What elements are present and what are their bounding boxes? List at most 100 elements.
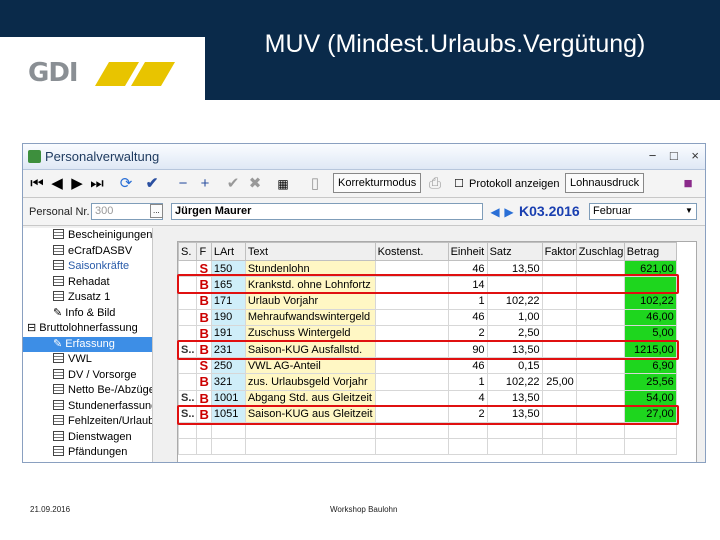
- tree-item[interactable]: DV / Vorsorge: [23, 368, 152, 384]
- cell-s: [177, 308, 198, 326]
- document-icon[interactable]: ▯: [307, 174, 323, 194]
- tree-item[interactable]: Saisonkräfte: [23, 259, 152, 275]
- plus-icon[interactable]: +: [197, 174, 213, 194]
- next-record-icon[interactable]: ▶: [69, 174, 85, 194]
- form-icon: [53, 446, 64, 456]
- table-row[interactable]: B 190 Mehraufwandswintergeld 46 1,00 46,00: [177, 308, 677, 326]
- table-row[interactable]: S.. B 1001 Abgang Std. aus Gleitzeit 4 13,50 5…: [177, 389, 677, 407]
- table-row[interactable]: B 321 zus. Urlaubsgeld Vorjahr 1 102,22 25,00…: [177, 373, 677, 391]
- cell-s: S..: [177, 389, 198, 407]
- refresh-icon[interactable]: ⟳: [117, 174, 135, 194]
- tree-item-label: Bruttolohnerfassung: [39, 322, 138, 334]
- tree-item[interactable]: eCrafDASBV: [23, 244, 152, 260]
- form-icon: [53, 353, 64, 363]
- minimize-button[interactable]: −: [649, 148, 657, 163]
- tree-item-label: Pfändungen: [68, 446, 128, 458]
- table-row[interactable]: S 250 VWL AG-Anteil 46 0,15 6,90: [177, 357, 677, 375]
- next-period-icon[interactable]: ▶: [503, 202, 515, 222]
- table-row[interactable]: B 191 Zuschuss Wintergeld 2 2,50 5,00: [177, 324, 677, 342]
- column-header[interactable]: Kostenst.: [374, 242, 449, 261]
- tree-item[interactable]: ✎ Info & Bild: [23, 306, 152, 322]
- column-header[interactable]: Zuschlag: [575, 242, 625, 261]
- chevron-down-icon[interactable]: ▼: [683, 204, 695, 218]
- protokoll-label: Protokoll anzeigen: [469, 178, 560, 190]
- form-icon: [53, 291, 64, 301]
- minus-icon[interactable]: −: [175, 174, 191, 194]
- tree-item-label: Rehadat: [68, 275, 110, 288]
- cell-f: S: [196, 357, 212, 375]
- cell-s: [177, 438, 198, 456]
- tree-item[interactable]: ⊟ Bruttolohnerfassung: [23, 321, 152, 337]
- cell-einheit: 46: [447, 308, 488, 326]
- prev-period-icon[interactable]: ◀: [489, 202, 501, 222]
- lohnausdruck-button[interactable]: Lohnausdruck: [565, 173, 645, 193]
- cell-lart: [210, 438, 246, 456]
- month-select[interactable]: Februar: [589, 203, 697, 220]
- tree-item-label: DV / Vorsorge: [68, 368, 137, 381]
- confirm-icon[interactable]: ✔: [225, 174, 241, 194]
- close-button[interactable]: ×: [691, 148, 699, 163]
- form-icon: [53, 415, 64, 425]
- tree-item[interactable]: Dienstwagen: [23, 430, 152, 446]
- table-row[interactable]: [177, 438, 677, 456]
- cell-faktor: [541, 324, 577, 342]
- cell-faktor: [541, 389, 577, 407]
- tree-item[interactable]: Bescheinigungen: [23, 228, 152, 244]
- column-header[interactable]: Faktor: [541, 242, 577, 261]
- restore-button[interactable]: □: [670, 148, 678, 163]
- print-icon[interactable]: ⎙: [427, 174, 443, 194]
- column-header[interactable]: Einheit: [447, 242, 488, 261]
- tree-item[interactable]: Fehlzeiten/Urlaub: [23, 414, 152, 430]
- tree-item[interactable]: ✎ Erfassung: [23, 336, 152, 352]
- protokoll-checkbox[interactable]: ☐: [453, 174, 465, 194]
- logo-stripes-icon: [95, 62, 175, 86]
- first-record-icon[interactable]: ⏮: [29, 174, 45, 194]
- cell-betrag: 5,00: [623, 324, 677, 342]
- cell-f: B: [196, 292, 212, 310]
- highlight-frame-krankstd: [177, 274, 679, 294]
- last-record-icon[interactable]: ⏭: [89, 174, 105, 194]
- tree-item[interactable]: Zusatz 1: [23, 290, 152, 306]
- column-header[interactable]: Text: [244, 242, 376, 261]
- cell-s: [177, 324, 198, 342]
- cancel-icon[interactable]: ✖: [247, 174, 263, 194]
- highlight-frame-saison-kug-gleitzeit: [177, 405, 679, 425]
- employee-name-field: Jürgen Maurer: [171, 203, 483, 220]
- tree-item-label: Netto Be-/Abzüge: [68, 384, 153, 396]
- prev-record-icon[interactable]: ◀: [49, 174, 65, 194]
- cell-zuschlag: [575, 357, 625, 375]
- cell-betrag: 46,00: [623, 308, 677, 326]
- cell-betrag: 102,22: [623, 292, 677, 310]
- cell-kost: [374, 308, 449, 326]
- tree-item-label: Saisonkräfte: [68, 260, 130, 272]
- cell-zuschlag: [575, 389, 625, 407]
- cell-f: B: [196, 308, 212, 326]
- personalverwaltung-window: Personalverwaltung − □ × ⏮ ◀ ▶ ⏭ ⟳ ✔ − +…: [22, 143, 706, 463]
- check-icon[interactable]: ✔: [143, 174, 161, 194]
- korrekturmodus-button[interactable]: Korrekturmodus: [333, 173, 422, 193]
- column-header[interactable]: S.: [177, 242, 198, 261]
- grid-icon[interactable]: ▦: [275, 174, 291, 194]
- lookup-button[interactable]: ...: [150, 204, 163, 218]
- column-header[interactable]: Satz: [486, 242, 543, 261]
- window-title: Personalverwaltung: [45, 149, 160, 164]
- table-row[interactable]: B 171 Urlaub Vorjahr 1 102,22 102,22: [177, 292, 677, 310]
- cell-zuschlag: [575, 438, 625, 456]
- footer-date: 21.09.2016: [30, 505, 71, 514]
- cell-einheit: 4: [447, 389, 488, 407]
- footer-text: Workshop Baulohn: [330, 505, 398, 514]
- cell-kost: [374, 324, 449, 342]
- tree-item[interactable]: Stundenerfassung: [23, 399, 152, 415]
- cell-einheit: 2: [447, 324, 488, 342]
- book-icon[interactable]: ■: [681, 174, 695, 194]
- tree-item[interactable]: Pfändungen: [23, 445, 152, 461]
- column-header[interactable]: Betrag: [623, 242, 677, 261]
- tree-item[interactable]: VWL: [23, 352, 152, 368]
- cell-betrag: 54,00: [623, 389, 677, 407]
- tree-item[interactable]: Rehadat: [23, 275, 152, 291]
- cell-kost: [374, 389, 449, 407]
- tree-item[interactable]: Netto Be-/Abzüge: [23, 383, 152, 399]
- personal-nr-label: Personal Nr.: [29, 206, 90, 218]
- column-header[interactable]: F: [196, 242, 212, 261]
- column-header[interactable]: LArt: [210, 242, 246, 261]
